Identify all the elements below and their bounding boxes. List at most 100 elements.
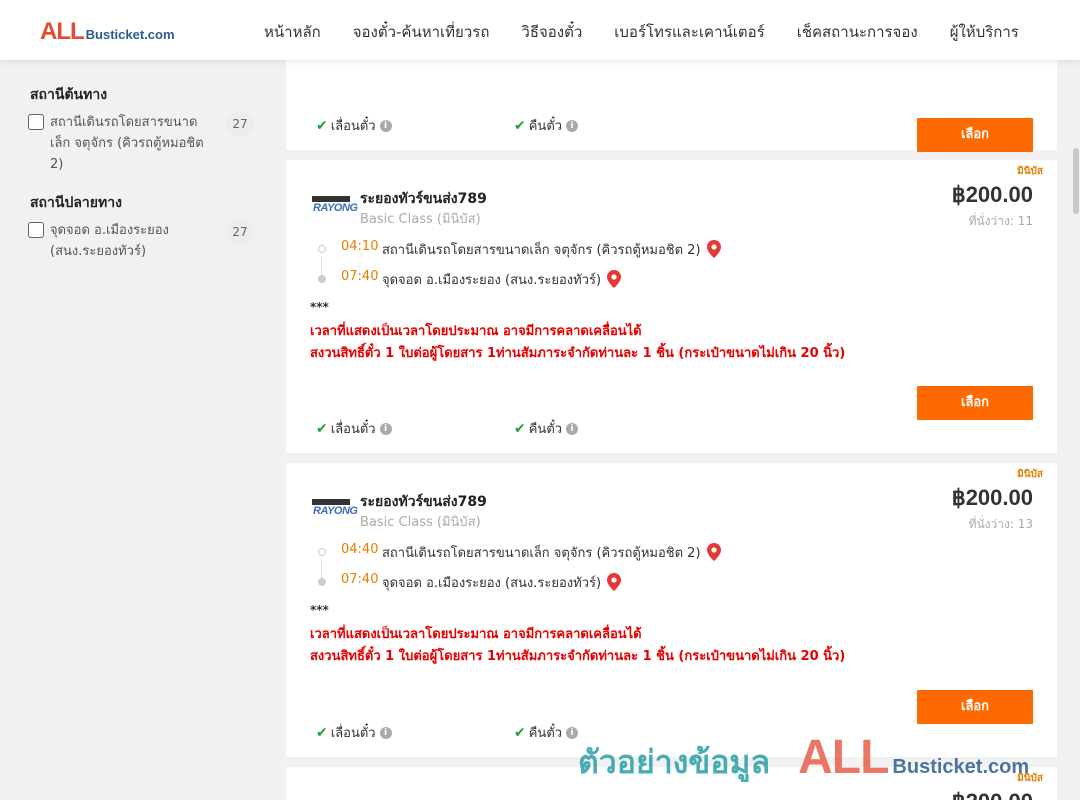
operator-logo-text: RAYONG — [313, 202, 358, 214]
trip-price: ฿200.00 — [952, 789, 1033, 800]
card-footer: ✔ เลื่อนตั๋ว i ✔ คืนตั๋ว i เลือก — [316, 386, 1033, 453]
map-pin-icon[interactable] — [607, 572, 622, 591]
info-icon[interactable]: i — [379, 119, 392, 132]
nav-home[interactable]: หน้าหลัก — [264, 20, 321, 44]
note-stars: *** — [310, 300, 329, 314]
info-icon[interactable]: i — [379, 726, 392, 739]
info-icon[interactable]: i — [566, 119, 579, 132]
info-icon[interactable]: i — [379, 422, 392, 435]
trip-card: มินิบัส RAYONG ระยองทัวร์ขนส่ง789 Basic … — [286, 160, 1057, 453]
page-scrollbar[interactable] — [1072, 60, 1080, 800]
info-icon[interactable]: i — [566, 422, 579, 435]
origin-filter-title: สถานีต้นทาง — [30, 87, 108, 103]
origin-option[interactable]: สถานีเดินรถโดยสารขนาดเล็ก จตุจักร (คิวรถ… — [28, 112, 256, 176]
logo-all-text: ALL — [40, 18, 85, 45]
refund-policy: ✔ คืนตั๋ว i — [514, 115, 579, 136]
destination-checkbox[interactable] — [28, 222, 44, 238]
operator-name: ระยองทัวร์ขนส่ง789 — [360, 191, 487, 207]
note-warning-1: เวลาที่แสดงเป็นเวลาโดยประมาณ อาจมีการคลา… — [310, 627, 642, 642]
departure-time: 04:10 — [341, 239, 379, 254]
arrival-row: 07:40 จุดจอด อ.เมืองระยอง (สนง.ระยองทัวร… — [316, 570, 1036, 594]
site-logo[interactable]: ALL Busticket.com — [40, 18, 175, 46]
arrival-station: จุดจอด อ.เมืองระยอง (สนง.ระยองทัวร์) — [382, 269, 622, 290]
note-warning-2: สงวนสิทธิ์ตั๋ว 1 ใบต่อผู้โดยสาร 1ท่านสัม… — [310, 649, 846, 664]
bus-class: Basic Class (มินิบัส) — [360, 212, 481, 227]
arrival-time: 07:40 — [341, 269, 379, 284]
arrival-time: 07:40 — [341, 572, 379, 587]
site-header: ALL Busticket.com หน้าหลัก จองตั๋ว-ค้นหา… — [0, 0, 1080, 60]
departure-dot — [318, 548, 326, 556]
check-icon: ✔ — [514, 420, 526, 437]
destination-count-badge: 27 — [226, 220, 254, 244]
departure-station: สถานีเดินรถโดยสารขนาดเล็ก จตุจักร (คิวรถ… — [382, 239, 721, 260]
destination-option[interactable]: จุดจอด อ.เมืองระยอง (สนง.ระยองทัวร์) 27 — [28, 220, 256, 264]
trip-price: ฿200.00 — [951, 485, 1033, 510]
refund-label: คืนตั๋ว — [528, 726, 563, 741]
departure-dot — [318, 245, 326, 253]
arrival-row: 07:40 จุดจอด อ.เมืองระยอง (สนง.ระยองทัวร… — [316, 267, 1036, 291]
trip-price: ฿200.00 — [951, 182, 1033, 207]
map-pin-icon[interactable] — [607, 269, 622, 288]
map-pin-icon[interactable] — [706, 542, 721, 561]
refund-label: คืนตั๋ว — [528, 119, 563, 134]
bus-type-tag: มินิบัส — [1017, 469, 1043, 480]
select-trip-button[interactable]: เลือก — [917, 386, 1033, 420]
check-icon: ✔ — [316, 420, 328, 437]
check-icon: ✔ — [316, 724, 328, 741]
operator-logo-text: RAYONG — [313, 505, 358, 517]
nav-book-search[interactable]: จองตั๋ว-ค้นหาเที่ยวรถ — [353, 20, 490, 44]
departure-station: สถานีเดินรถโดยสารขนาดเล็ก จตุจักร (คิวรถ… — [382, 542, 721, 563]
nav-contact-counters[interactable]: เบอร์โทรและเคาน์เตอร์ — [614, 20, 764, 44]
arrival-station-name: จุดจอด อ.เมืองระยอง (สนง.ระยองทัวร์) — [382, 576, 602, 591]
nav-how-to-book[interactable]: วิธีจองตั๋ว — [521, 20, 582, 44]
trip-card-partial-top: ✔ เลื่อนตั๋ว i ✔ คืนตั๋ว i เลือก — [286, 60, 1057, 152]
select-trip-button[interactable]: เลือก — [917, 690, 1033, 724]
destination-option-label: จุดจอด อ.เมืองระยอง (สนง.ระยองทัวร์) — [50, 223, 169, 259]
arrival-station: จุดจอด อ.เมืองระยอง (สนง.ระยองทัวร์) — [382, 572, 622, 593]
reschedule-label: เลื่อนตั๋ว — [330, 119, 376, 134]
origin-checkbox[interactable] — [28, 114, 44, 130]
select-trip-button[interactable]: เลือก — [917, 118, 1033, 152]
note-warning-2: สงวนสิทธิ์ตั๋ว 1 ใบต่อผู้โดยสาร 1ท่านสัม… — [310, 346, 846, 361]
check-icon: ✔ — [316, 117, 328, 134]
check-icon: ✔ — [514, 117, 526, 134]
reschedule-policy: ✔ เลื่อนตั๋ว i — [316, 722, 392, 743]
arrival-dot — [318, 578, 326, 586]
info-icon[interactable]: i — [566, 726, 579, 739]
reschedule-policy: ✔ เลื่อนตั๋ว i — [316, 115, 392, 136]
departure-time: 04:40 — [341, 542, 379, 557]
operator-logo: RAYONG — [312, 196, 358, 218]
watermark-text: ตัวอย่างข้อมูล — [578, 743, 771, 781]
reschedule-label: เลื่อนตั๋ว — [330, 726, 376, 741]
trip-card: มินิบัส RAYONG ระยองทัวร์ขนส่ง789 Basic … — [286, 463, 1057, 757]
refund-label: คืนตั๋ว — [528, 422, 563, 437]
arrival-dot — [318, 275, 326, 283]
reschedule-policy: ✔ เลื่อนตั๋ว i — [316, 418, 392, 439]
logo-rest-text: Busticket.com — [85, 27, 175, 42]
bus-type-tag: มินิบัส — [1017, 166, 1043, 177]
seats-available: ที่นั่งว่าง: 11 — [968, 214, 1033, 228]
departure-row: 04:40 สถานีเดินรถโดยสารขนาดเล็ก จตุจักร … — [316, 540, 1036, 564]
refund-policy: ✔ คืนตั๋ว i — [514, 722, 579, 743]
origin-option-label: สถานีเดินรถโดยสารขนาดเล็ก จตุจักร (คิวรถ… — [50, 115, 204, 172]
nav-check-booking[interactable]: เช็คสถานะการจอง — [797, 20, 918, 44]
nav-operators[interactable]: ผู้ให้บริการ — [950, 20, 1019, 44]
check-icon: ✔ — [514, 724, 526, 741]
departure-station-name: สถานีเดินรถโดยสารขนาดเล็ก จตุจักร (คิวรถ… — [382, 546, 701, 561]
departure-station-name: สถานีเดินรถโดยสารขนาดเล็ก จตุจักร (คิวรถ… — [382, 243, 701, 258]
origin-count-badge: 27 — [226, 112, 254, 136]
departure-row: 04:10 สถานีเดินรถโดยสารขนาดเล็ก จตุจักร … — [316, 237, 1036, 261]
seats-available: ที่นั่งว่าง: 13 — [968, 517, 1033, 531]
refund-policy: ✔ คืนตั๋ว i — [514, 418, 579, 439]
arrival-station-name: จุดจอด อ.เมืองระยอง (สนง.ระยองทัวร์) — [382, 273, 602, 288]
operator-name: ระยองทัวร์ขนส่ง789 — [360, 494, 487, 510]
map-pin-icon[interactable] — [706, 239, 721, 258]
operator-logo: RAYONG — [312, 499, 358, 521]
destination-filter-title: สถานีปลายทาง — [30, 195, 122, 211]
sample-data-watermark: ตัวอย่างข้อมูล ALL Busticket.com — [578, 730, 1030, 784]
card-footer: ✔ เลื่อนตั๋ว i ✔ คืนตั๋ว i เลือก — [316, 90, 1033, 152]
note-warning-1: เวลาที่แสดงเป็นเวลาโดยประมาณ อาจมีการคลา… — [310, 324, 642, 339]
watermark-logo-rest: Busticket.com — [892, 756, 1030, 778]
scroll-thumb[interactable] — [1073, 148, 1079, 214]
bus-class: Basic Class (มินิบัส) — [360, 515, 481, 530]
